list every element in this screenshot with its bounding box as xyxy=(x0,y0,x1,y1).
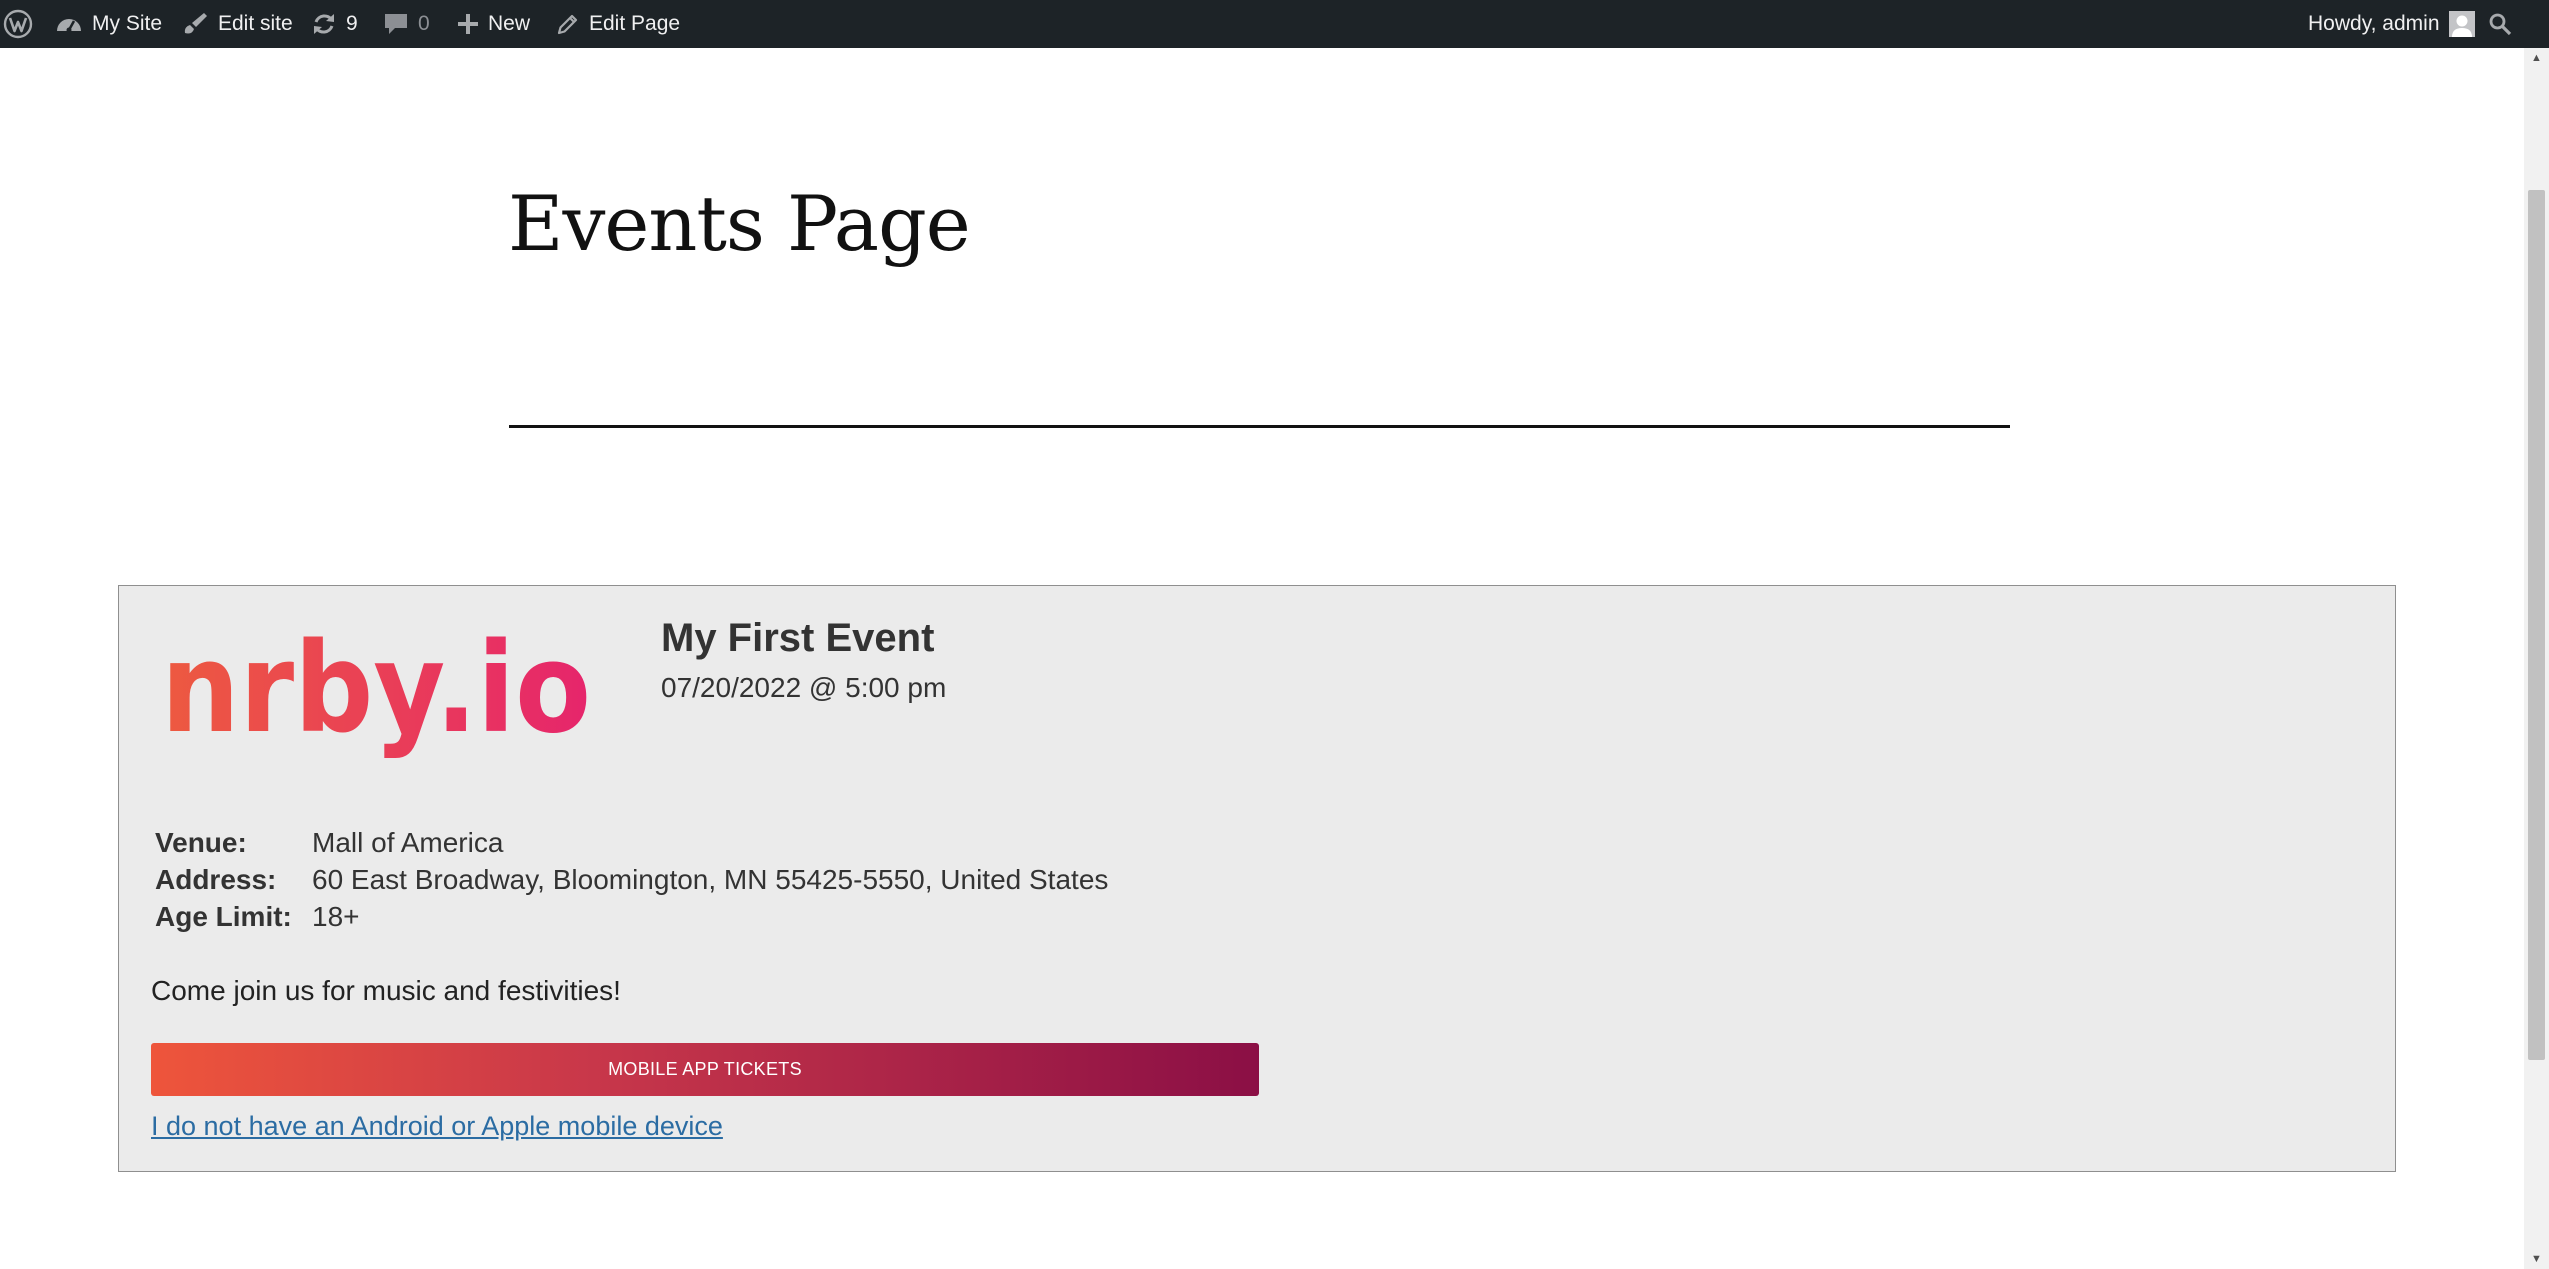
nrby-logo-image: nrby.io xyxy=(161,621,591,761)
updates-icon xyxy=(314,14,334,34)
detail-row-age-limit: Age Limit: 18+ xyxy=(155,898,1108,935)
edit-page-link[interactable]: Edit Page xyxy=(556,0,680,48)
pencil-icon xyxy=(557,14,578,35)
edit-site-menu[interactable]: Edit site xyxy=(181,0,293,48)
logo-text: nrby.io xyxy=(161,621,591,761)
search-icon xyxy=(2489,13,2512,36)
page-scrollbar[interactable]: ▲ ▼ xyxy=(2524,48,2549,1269)
edit-site-label: Edit site xyxy=(218,12,293,35)
venue-value: Mall of America xyxy=(312,827,504,858)
updates-count: 9 xyxy=(346,12,358,35)
edit-page-label: Edit Page xyxy=(589,12,681,35)
my-site-menu[interactable]: My Site xyxy=(55,0,162,48)
new-label: New xyxy=(488,12,531,35)
updates-menu[interactable]: 9 xyxy=(311,0,358,48)
dashboard-icon xyxy=(57,19,81,33)
address-label: Address: xyxy=(155,864,277,895)
scroll-up-arrow-icon[interactable]: ▲ xyxy=(2524,48,2549,68)
search-toggle[interactable] xyxy=(2488,0,2512,48)
address-value: 60 East Broadway, Bloomington, MN 55425-… xyxy=(312,864,1109,895)
mobile-app-tickets-button[interactable]: MOBILE APP TICKETS xyxy=(151,1043,1259,1096)
admin-bar: My Site Edit site 9 0 New Edit Page Howd… xyxy=(0,0,2549,48)
my-account-menu[interactable]: Howdy, admin xyxy=(2308,0,2475,48)
title-separator xyxy=(509,425,2010,428)
wordpress-logo-button[interactable] xyxy=(3,0,33,48)
event-card: nrby.io My First Event 07/20/2022 @ 5:00… xyxy=(118,585,2396,1172)
wordpress-logo-icon xyxy=(3,9,33,39)
page-title: Events Page xyxy=(508,179,971,268)
event-description: Come join us for music and festivities! xyxy=(151,975,621,1006)
detail-row-venue: Venue: Mall of America xyxy=(155,824,1108,861)
event-title: My First Event xyxy=(661,616,935,660)
event-datetime: 07/20/2022 @ 5:00 pm xyxy=(661,672,947,703)
comment-icon xyxy=(385,14,407,34)
age-limit-label: Age Limit: xyxy=(155,901,292,932)
age-limit-value: 18+ xyxy=(312,901,360,932)
no-mobile-device-link[interactable]: I do not have an Android or Apple mobile… xyxy=(151,1111,723,1142)
greeting-label: Howdy, admin xyxy=(2308,12,2440,35)
detail-row-address: Address: 60 East Broadway, Bloomington, … xyxy=(155,861,1108,898)
scroll-down-arrow-icon[interactable]: ▼ xyxy=(2524,1249,2549,1269)
venue-label: Venue: xyxy=(155,827,247,858)
comments-menu[interactable]: 0 xyxy=(383,0,430,48)
avatar-icon xyxy=(2448,11,2475,37)
scrollbar-thumb[interactable] xyxy=(2528,190,2545,1060)
plus-icon xyxy=(458,14,478,34)
my-site-label: My Site xyxy=(92,12,163,35)
comments-count: 0 xyxy=(418,12,430,35)
event-details: Venue: Mall of America Address: 60 East … xyxy=(155,824,1108,935)
brush-icon xyxy=(184,13,207,34)
new-content-menu[interactable]: New xyxy=(457,0,530,48)
